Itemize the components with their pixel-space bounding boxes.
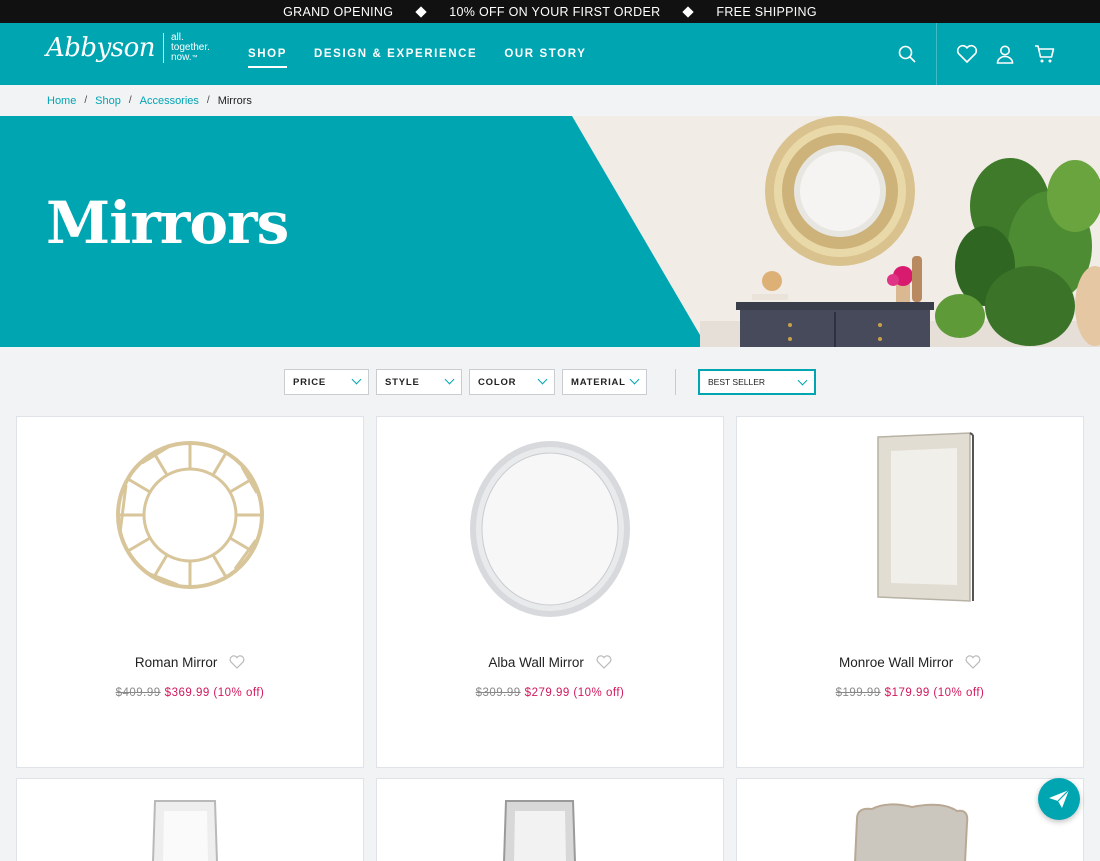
logo-divider	[163, 33, 164, 63]
sale-price: $179.99 (10% off)	[884, 687, 985, 699]
filter-divider	[675, 369, 676, 395]
promo-item-shipping: FREE SHIPPING	[716, 4, 817, 19]
filter-material[interactable]: MATERIAL	[562, 369, 647, 395]
product-card[interactable]	[16, 778, 364, 861]
product-name: Monroe Wall Mirror	[737, 655, 1083, 672]
chevron-down-icon	[797, 375, 808, 386]
breadcrumb-mirrors: Mirrors	[217, 94, 252, 107]
decor-console-table	[736, 302, 934, 347]
breadcrumb-accessories[interactable]: Accessories	[140, 95, 199, 107]
wishlist-heart-icon[interactable]	[229, 655, 245, 672]
breadcrumb-home[interactable]: Home	[47, 95, 76, 107]
original-price: $409.99	[115, 687, 161, 699]
breadcrumb-separator: /	[206, 95, 210, 106]
promo-bar: GRAND OPENING 10% OFF ON YOUR FIRST ORDE…	[0, 0, 1100, 23]
breadcrumb-separator: /	[84, 95, 88, 106]
filter-price[interactable]: PRICE	[284, 369, 369, 395]
product-image[interactable]	[377, 417, 723, 627]
chevron-down-icon	[351, 374, 362, 385]
main-nav: SHOP DESIGN & EXPERIENCE OUR STORY	[248, 23, 613, 85]
product-card[interactable]	[376, 778, 724, 861]
wishlist-heart-icon[interactable]	[596, 655, 612, 672]
product-name: Roman Mirror	[17, 655, 363, 672]
header-divider	[936, 23, 937, 85]
original-price: $309.99	[475, 687, 521, 699]
filter-bar: PRICE STYLE COLOR MATERIAL BEST SELLER	[0, 369, 1100, 395]
product-price: $409.99 $369.99 (10% off)	[17, 687, 363, 699]
original-price: $199.99	[835, 687, 881, 699]
filter-style-label: STYLE	[385, 376, 420, 388]
nav-our-story[interactable]: OUR STORY	[504, 23, 586, 85]
filter-color-label: COLOR	[478, 376, 517, 388]
filter-color[interactable]: COLOR	[469, 369, 555, 395]
product-image[interactable]	[17, 779, 363, 861]
product-title[interactable]: Monroe Wall Mirror	[839, 655, 953, 670]
breadcrumb-shop[interactable]: Shop	[95, 95, 121, 107]
brand-logo[interactable]: Abbyson all. together. now.™	[46, 33, 210, 63]
product-name: Alba Wall Mirror	[377, 655, 723, 672]
breadcrumb-separator: /	[128, 95, 132, 106]
brand-name: Abbyson	[46, 33, 156, 63]
user-icon[interactable]	[995, 44, 1015, 64]
chevron-down-icon	[629, 374, 640, 385]
sale-price: $279.99 (10% off)	[524, 687, 625, 699]
filter-style[interactable]: STYLE	[376, 369, 462, 395]
promo-item-grand-opening: GRAND OPENING	[283, 4, 394, 19]
product-image[interactable]	[17, 417, 363, 627]
chat-button[interactable]	[1038, 778, 1080, 820]
product-price: $199.99 $179.99 (10% off)	[737, 687, 1083, 699]
product-card[interactable]: Alba Wall Mirror $309.99 $279.99 (10% off…	[376, 416, 724, 768]
product-card[interactable]: Roman Mirror $409.99 $369.99 (10% off)	[16, 416, 364, 768]
sort-select[interactable]: BEST SELLER	[698, 369, 816, 395]
chevron-down-icon	[444, 374, 455, 385]
cart-icon[interactable]	[1034, 44, 1055, 64]
nav-shop[interactable]: SHOP	[248, 23, 287, 85]
wishlist-heart-icon[interactable]	[965, 655, 981, 672]
product-image[interactable]	[737, 779, 1083, 861]
breadcrumb: Home / Shop / Accessories / Mirrors	[0, 85, 1100, 116]
decor-mirror	[765, 116, 915, 266]
diamond-icon	[682, 5, 695, 18]
filter-price-label: PRICE	[293, 376, 327, 388]
sort-selected-label: BEST SELLER	[708, 377, 766, 387]
product-card[interactable]: Monroe Wall Mirror $199.99 $179.99 (10% o…	[736, 416, 1084, 768]
chevron-down-icon	[537, 374, 548, 385]
site-header: Abbyson all. together. now.™ SHOP DESIGN…	[0, 23, 1100, 85]
heart-icon[interactable]	[956, 44, 978, 64]
product-image[interactable]	[377, 779, 723, 861]
send-icon	[1049, 789, 1070, 808]
tagline-line-3: now.	[171, 52, 192, 63]
trademark: ™	[191, 55, 198, 61]
product-image[interactable]	[737, 417, 1083, 627]
product-title[interactable]: Alba Wall Mirror	[488, 655, 584, 670]
product-price: $309.99 $279.99 (10% off)	[377, 687, 723, 699]
filter-material-label: MATERIAL	[571, 376, 626, 388]
search-icon[interactable]	[897, 44, 917, 64]
hero-banner: Mirrors	[0, 116, 1100, 347]
brand-tagline: all. together. now.™	[171, 33, 210, 63]
product-title[interactable]: Roman Mirror	[135, 655, 218, 670]
product-card[interactable]	[736, 778, 1084, 861]
nav-design-experience[interactable]: DESIGN & EXPERIENCE	[314, 23, 477, 85]
promo-item-discount: 10% OFF ON YOUR FIRST ORDER	[449, 4, 661, 19]
diamond-icon	[415, 5, 427, 18]
page-title: Mirrors	[46, 189, 289, 257]
sale-price: $369.99 (10% off)	[164, 687, 265, 699]
